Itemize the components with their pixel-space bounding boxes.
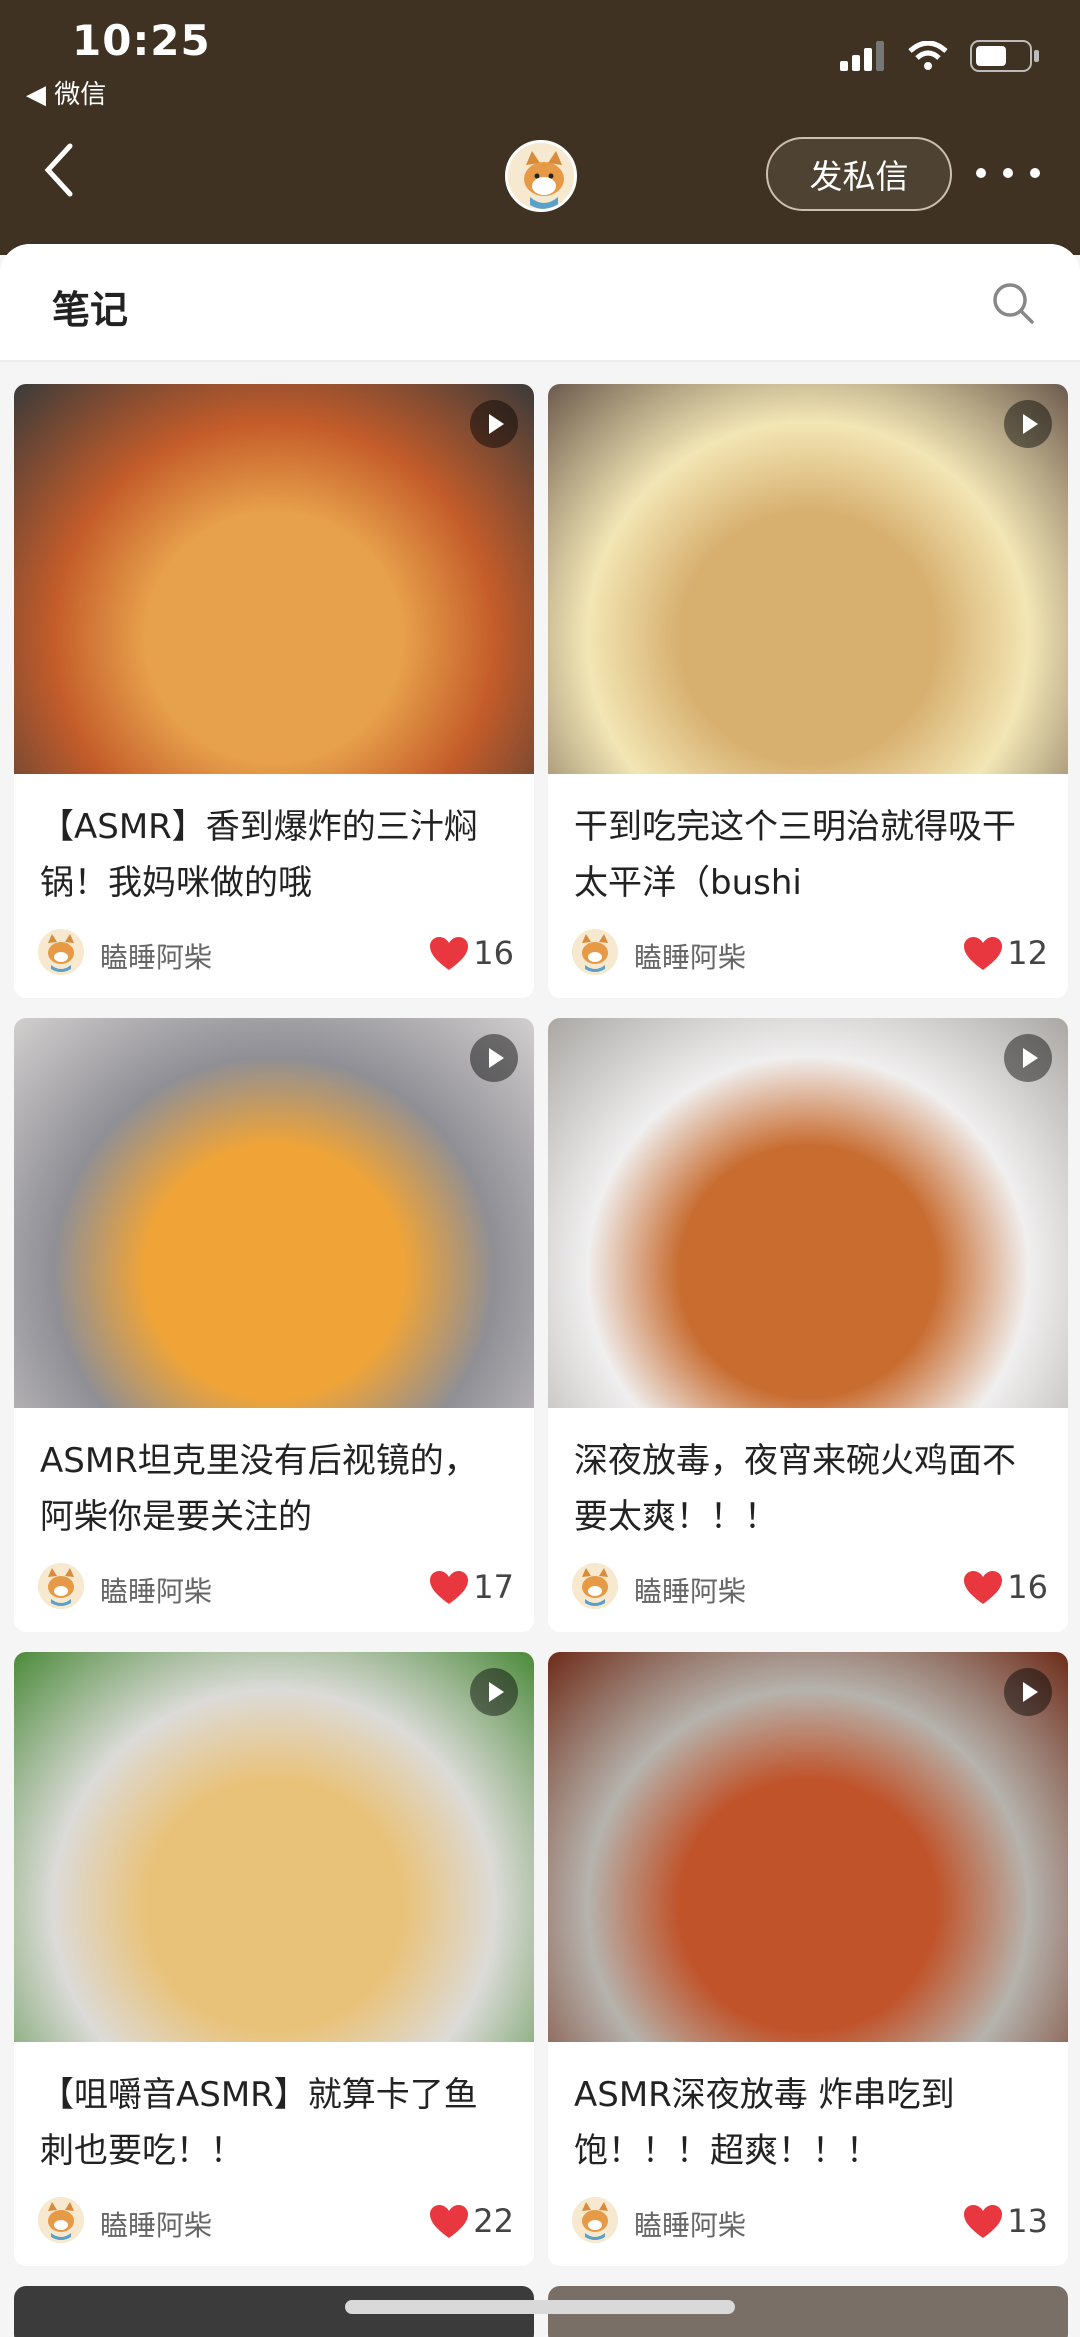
notes-sheet: 笔记 【ASMR】香到爆炸的三汁焖锅！我妈咪做的哦 瞌睡阿柴 16 干到吃完这个…	[0, 244, 1080, 2337]
status-icons	[840, 40, 1040, 72]
like-count: 22	[473, 2202, 514, 2240]
author-avatar[interactable]	[572, 2197, 618, 2243]
back-to-wechat[interactable]: ◀ 微信	[26, 74, 106, 111]
video-play-icon	[470, 400, 518, 448]
author-name[interactable]: 瞌睡阿柴	[634, 1570, 746, 1610]
note-meta: 瞌睡阿柴 12	[572, 929, 1048, 979]
note-thumbnail[interactable]	[14, 1018, 534, 1408]
note-title: 深夜放毒，夜宵来碗火鸡面不要太爽！！！	[574, 1441, 1016, 1537]
author-avatar[interactable]	[572, 1563, 618, 1609]
heart-icon[interactable]	[964, 2205, 1002, 2239]
more-options-icon[interactable]	[976, 160, 1040, 186]
note-card[interactable]: 【ASMR】香到爆炸的三汁焖锅！我妈咪做的哦 瞌睡阿柴 16	[14, 384, 534, 998]
heart-icon[interactable]	[964, 937, 1002, 971]
video-play-icon	[470, 1668, 518, 1716]
note-meta: 瞌睡阿柴 16	[38, 929, 514, 979]
video-play-icon	[1004, 1034, 1052, 1082]
heart-icon[interactable]	[964, 1571, 1002, 1605]
signal-icon	[840, 41, 884, 71]
like-count: 12	[1007, 934, 1048, 972]
author-name[interactable]: 瞌睡阿柴	[100, 2204, 212, 2244]
note-title: 干到吃完这个三明治就得吸干太平洋（bushi	[574, 807, 1016, 903]
top-bar: 10:25 ◀ 微信 发私信	[0, 0, 1080, 255]
note-thumbnail[interactable]	[14, 1652, 534, 2042]
note-title: 【ASMR】香到爆炸的三汁焖锅！我妈咪做的哦	[40, 807, 478, 903]
author-name[interactable]: 瞌睡阿柴	[634, 936, 746, 976]
sheet-title: 笔记	[52, 288, 129, 332]
heart-icon[interactable]	[430, 1571, 468, 1605]
wifi-icon	[908, 41, 948, 70]
status-time: 10:25	[72, 16, 211, 65]
author-avatar[interactable]	[38, 929, 84, 975]
note-card[interactable]: ASMR坦克里没有后视镜的，阿柴你是要关注的 瞌睡阿柴 17	[14, 1018, 534, 1632]
note-meta: 瞌睡阿柴 17	[38, 1563, 514, 1613]
note-card[interactable]: ASMR深夜放毒 炸串吃到饱！！！超爽！！！ 瞌睡阿柴 13	[548, 1652, 1068, 2266]
note-thumbnail[interactable]	[548, 384, 1068, 774]
heart-icon[interactable]	[430, 2205, 468, 2239]
author-avatar[interactable]	[572, 929, 618, 975]
sheet-header: 笔记	[0, 244, 1080, 362]
video-play-icon	[470, 1034, 518, 1082]
author-name[interactable]: 瞌睡阿柴	[634, 2204, 746, 2244]
note-meta: 瞌睡阿柴 22	[38, 2197, 514, 2247]
note-card[interactable]: 深夜放毒，夜宵来碗火鸡面不要太爽！！！ 瞌睡阿柴 16	[548, 1018, 1068, 1632]
note-thumbnail[interactable]	[14, 384, 534, 774]
like-count: 13	[1007, 2202, 1048, 2240]
author-avatar[interactable]	[38, 2197, 84, 2243]
note-meta: 瞌睡阿柴 13	[572, 2197, 1048, 2247]
home-indicator	[345, 2300, 735, 2314]
video-play-icon	[1004, 1668, 1052, 1716]
battery-icon	[970, 40, 1039, 72]
author-name[interactable]: 瞌睡阿柴	[100, 1570, 212, 1610]
note-card[interactable]: 干到吃完这个三明治就得吸干太平洋（bushi 瞌睡阿柴 12	[548, 384, 1068, 998]
heart-icon[interactable]	[430, 937, 468, 971]
note-card[interactable]: 【咀嚼音ASMR】就算卡了鱼刺也要吃！！ 瞌睡阿柴 22	[14, 1652, 534, 2266]
like-count: 16	[473, 934, 514, 972]
note-thumbnail[interactable]	[548, 1652, 1068, 2042]
profile-avatar[interactable]	[505, 140, 577, 212]
note-thumbnail[interactable]	[548, 1018, 1068, 1408]
search-icon[interactable]	[990, 280, 1036, 326]
like-count: 16	[1007, 1568, 1048, 1606]
note-meta: 瞌睡阿柴 16	[572, 1563, 1048, 1613]
video-play-icon	[1004, 400, 1052, 448]
back-chevron-icon[interactable]	[40, 140, 80, 200]
note-title: ASMR坦克里没有后视镜的，阿柴你是要关注的	[40, 1441, 478, 1537]
note-title: ASMR深夜放毒 炸串吃到饱！！！超爽！！！	[574, 2075, 955, 2171]
send-message-button[interactable]: 发私信	[766, 137, 952, 211]
author-avatar[interactable]	[38, 1563, 84, 1609]
like-count: 17	[473, 1568, 514, 1606]
note-title: 【咀嚼音ASMR】就算卡了鱼刺也要吃！！	[40, 2075, 478, 2171]
author-name[interactable]: 瞌睡阿柴	[100, 936, 212, 976]
